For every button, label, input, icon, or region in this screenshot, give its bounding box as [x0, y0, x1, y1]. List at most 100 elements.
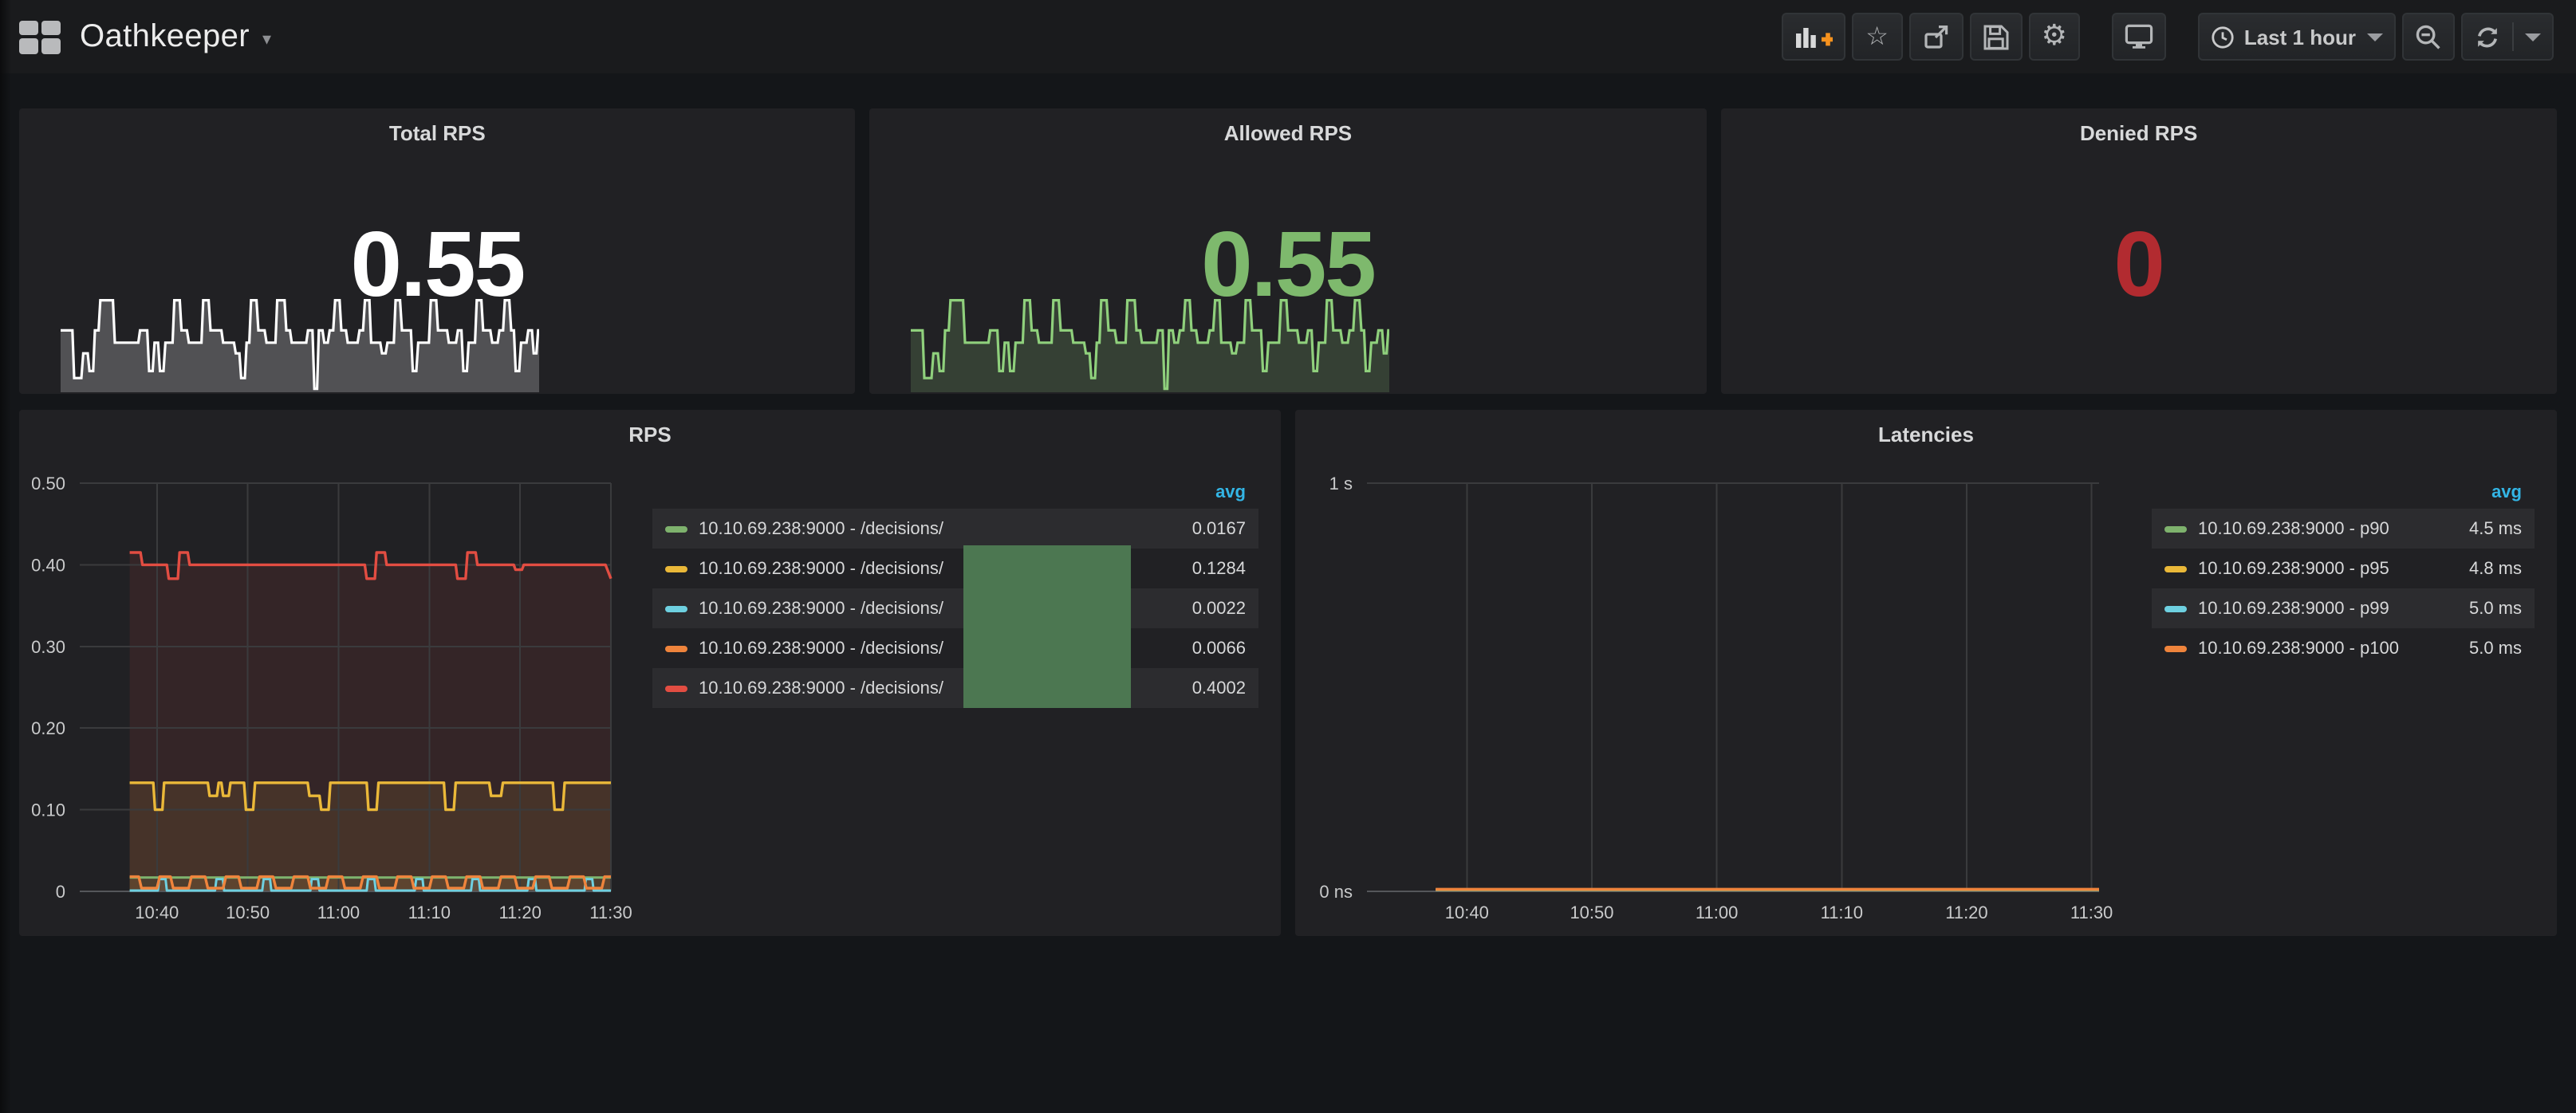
panel-allowed-rps: Allowed RPS 0.55 [870, 108, 1707, 394]
stat-value: 0.55 [19, 212, 856, 319]
x-axis-tick-label: 11:10 [408, 903, 451, 922]
tv-mode-button[interactable] [2112, 13, 2166, 61]
panel-title[interactable]: Latencies [1295, 423, 2557, 446]
share-button[interactable] [1909, 13, 1964, 61]
series-avg-value: 5.0 ms [2423, 599, 2522, 618]
series-color-swatch[interactable] [2164, 605, 2187, 612]
star-icon: ☆ [1865, 24, 1889, 49]
panel-title[interactable]: Allowed RPS [870, 121, 1707, 145]
time-range-caret-icon [2367, 33, 2383, 41]
series-color-swatch[interactable] [665, 525, 687, 532]
y-axis-tick-label: 0 [56, 882, 65, 902]
dashboard-title[interactable]: Oathkeeper [80, 18, 250, 55]
stat-panel-row: Total RPS 0.55 Allowed RPS 0.55 Denied R… [19, 108, 2557, 394]
x-axis-tick-label: 10:50 [1570, 903, 1613, 922]
series-color-swatch[interactable] [2164, 565, 2187, 572]
save-button[interactable] [1970, 13, 2023, 61]
series-avg-value: 4.8 ms [2423, 559, 2522, 578]
series-color-swatch[interactable] [665, 565, 687, 572]
add-panel-icon [1794, 24, 1833, 49]
y-axis-tick-label: 0.50 [31, 474, 65, 494]
panel-total-rps: Total RPS 0.55 [19, 108, 856, 394]
green-overlay-artifact [963, 545, 1131, 708]
time-range-label: Last 1 hour [2244, 25, 2356, 49]
stat-value: 0.55 [870, 212, 1707, 319]
series-color-swatch[interactable] [2164, 525, 2187, 532]
refresh-icon [2474, 23, 2501, 50]
x-axis-tick-label: 11:20 [1945, 903, 1987, 922]
x-axis-tick-label: 11:30 [589, 903, 632, 922]
rps-legend: avg10.10.69.238:9000 - /decisions/0.0167… [652, 475, 1258, 708]
add-panel-button[interactable] [1782, 13, 1845, 61]
panel-latencies-graph: Latencies 10:40 10:50 11:00 11:10 11:20 11:30… [1295, 410, 2557, 936]
x-axis-tick-label: 11:00 [317, 903, 360, 922]
series-color-swatch[interactable] [2164, 645, 2187, 651]
legend-row[interactable]: 10.10.69.238:9000 - /decisions/0.1284 [652, 549, 1258, 588]
refresh-interval-caret-icon [2525, 33, 2541, 41]
legend-avg-header[interactable]: avg [652, 475, 1258, 509]
refresh-interval-dropdown[interactable] [2512, 22, 2541, 51]
navbar-toolbar: ☆ ⚙ [1775, 13, 2554, 61]
y-axis-tick-label: 0.20 [31, 718, 65, 738]
series-avg-value: 0.0022 [1147, 599, 1246, 618]
panel-title[interactable]: Denied RPS [1720, 121, 2557, 145]
legend-row[interactable]: 10.10.69.238:9000 - /decisions/0.0066 [652, 628, 1258, 668]
clock-icon [2211, 25, 2235, 49]
x-axis-tick-label: 11:20 [498, 903, 541, 922]
legend-row[interactable]: 10.10.69.238:9000 - p995.0 ms [2152, 588, 2535, 628]
x-axis-tick-label: 10:40 [135, 903, 179, 922]
series-name: 10.10.69.238:9000 - p90 [2198, 519, 2423, 538]
settings-button[interactable]: ⚙ [2029, 13, 2080, 61]
y-axis-tick-label: 0.10 [31, 800, 65, 820]
x-axis-tick-label: 11:10 [1821, 903, 1863, 922]
x-axis-tick-label: 10:40 [1445, 903, 1489, 922]
zoom-out-button[interactable] [2402, 13, 2455, 61]
star-button[interactable]: ☆ [1852, 13, 1903, 61]
series-avg-value: 0.1284 [1147, 559, 1246, 578]
legend-row[interactable]: 10.10.69.238:9000 - p1005.0 ms [2152, 628, 2535, 668]
panel-title[interactable]: Total RPS [19, 121, 856, 145]
series-color-swatch[interactable] [665, 685, 687, 691]
panel-title[interactable]: RPS [19, 423, 1281, 446]
series-name: 10.10.69.238:9000 - p99 [2198, 599, 2423, 618]
tv-mode-icon [2125, 24, 2153, 49]
series-name: 10.10.69.238:9000 - p95 [2198, 559, 2423, 578]
panel-denied-rps: Denied RPS 0 [1720, 108, 2557, 394]
legend-row[interactable]: 10.10.69.238:9000 - p904.5 ms [2152, 509, 2535, 549]
dashboard-title-caret-icon[interactable]: ▾ [262, 28, 271, 49]
stat-value: 0 [1720, 212, 2557, 319]
series-avg-value: 4.5 ms [2423, 519, 2522, 538]
x-axis-tick-label: 11:30 [2070, 903, 2113, 922]
series-avg-value: 0.0167 [1147, 519, 1246, 538]
legend-row[interactable]: 10.10.69.238:9000 - /decisions/0.0167 [652, 509, 1258, 549]
y-axis-tick-label: 0 ns [1319, 882, 1353, 902]
save-icon [1983, 23, 2010, 50]
share-icon [1922, 23, 1951, 50]
refresh-button[interactable] [2461, 13, 2554, 61]
legend-row[interactable]: 10.10.69.238:9000 - /decisions/0.0022 [652, 588, 1258, 628]
navbar: Oathkeeper ▾ ☆ [0, 0, 2576, 73]
series-avg-value: 0.0066 [1147, 639, 1246, 658]
y-axis-tick-label: 1 s [1329, 474, 1353, 494]
latencies-legend: avg10.10.69.238:9000 - p904.5 ms10.10.69… [2152, 475, 2535, 668]
series-avg-value: 0.4002 [1147, 678, 1246, 698]
apps-grid-icon[interactable] [19, 20, 61, 53]
x-axis-tick-label: 11:00 [1696, 903, 1738, 922]
legend-avg-header[interactable]: avg [2152, 475, 2535, 509]
series-name: 10.10.69.238:9000 - p100 [2198, 639, 2423, 658]
y-axis-tick-label: 0.30 [31, 637, 65, 657]
panel-rps-graph: RPS 10:40 10:50 11:00 11:10 11:20 11:30 0 0.10 0… [19, 410, 1281, 936]
legend-row[interactable]: 10.10.69.238:9000 - /decisions/0.4002 [652, 668, 1258, 708]
grafana-dashboard: { "navbar": { "title": "Oathkeeper", "ti… [0, 0, 2576, 1113]
series-name: 10.10.69.238:9000 - /decisions/ [699, 519, 1147, 538]
legend-row[interactable]: 10.10.69.238:9000 - p954.8 ms [2152, 549, 2535, 588]
graph-panel-row: RPS 10:40 10:50 11:00 11:10 11:20 11:30 0 0.10 0… [19, 410, 2557, 936]
series-color-swatch[interactable] [665, 605, 687, 612]
series-color-swatch[interactable] [665, 645, 687, 651]
time-range-picker[interactable]: Last 1 hour [2198, 13, 2396, 61]
series-avg-value: 5.0 ms [2423, 639, 2522, 658]
gear-icon: ⚙ [2042, 22, 2067, 51]
y-axis-tick-label: 0.40 [31, 555, 65, 575]
zoom-out-icon [2415, 23, 2442, 50]
x-axis-tick-label: 10:50 [226, 903, 270, 922]
